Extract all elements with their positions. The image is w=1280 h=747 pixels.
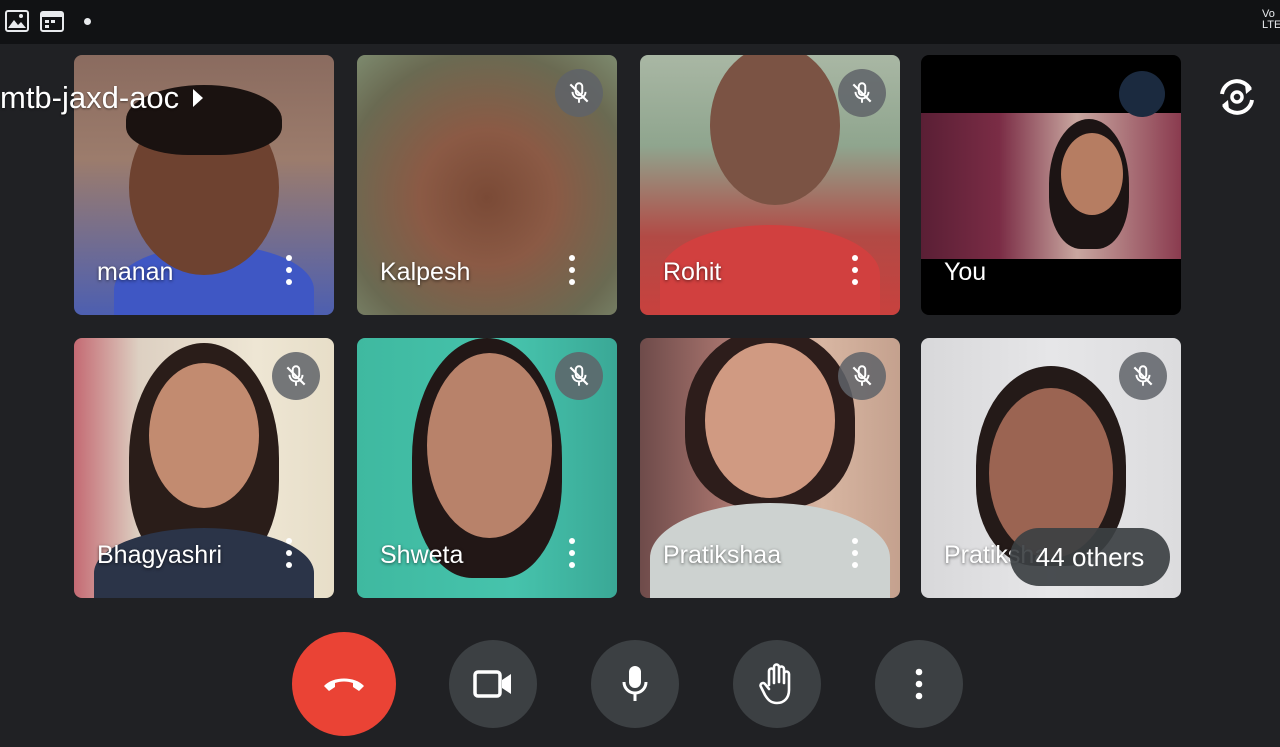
mic-off-icon — [1119, 352, 1167, 400]
participant-tile-you[interactable]: You — [921, 55, 1181, 315]
more-vert-icon[interactable] — [279, 253, 299, 287]
calendar-icon — [40, 11, 64, 32]
mic-off-icon — [838, 352, 886, 400]
participant-name: Pratikshaa — [663, 541, 782, 569]
participant-tile-shweta[interactable]: Shweta — [357, 338, 617, 598]
switch-camera-icon[interactable] — [1214, 74, 1260, 120]
network-indicator: Vo LTE — [1262, 9, 1280, 31]
video-camera-icon — [473, 670, 511, 698]
more-vert-icon — [915, 668, 923, 700]
participant-tile-rohit[interactable]: Rohit — [640, 55, 900, 315]
mic-off-icon — [272, 352, 320, 400]
status-bar: Vo LTE — [0, 0, 1280, 44]
participant-name: Kalpesh — [380, 258, 471, 286]
more-options-button[interactable] — [875, 640, 963, 728]
audio-indicator — [1119, 71, 1165, 117]
meeting-code-label: mtb-jaxd-aoc — [0, 80, 180, 115]
more-vert-icon[interactable] — [845, 536, 865, 570]
participant-name: Shweta — [380, 541, 464, 569]
hand-icon — [759, 663, 791, 705]
more-vert-icon[interactable] — [845, 253, 865, 287]
more-vert-icon[interactable] — [279, 536, 299, 570]
raise-hand-button[interactable] — [733, 640, 821, 728]
end-call-button[interactable] — [292, 632, 396, 736]
camera-button[interactable] — [449, 640, 537, 728]
mic-off-icon — [555, 352, 603, 400]
more-vert-icon[interactable] — [562, 253, 582, 287]
more-vert-icon[interactable] — [562, 536, 582, 570]
participant-name: Rohit — [663, 258, 722, 286]
mic-off-icon — [838, 69, 886, 117]
meeting-code[interactable]: mtb-jaxd-aoc — [0, 80, 204, 116]
participant-tile-bhagyashri[interactable]: Bhagyashri — [74, 338, 334, 598]
participant-name: Bhagyashri — [97, 541, 223, 569]
gallery-icon — [5, 10, 29, 32]
notification-dot-icon — [84, 18, 91, 25]
expand-arrow-icon — [193, 89, 204, 107]
participant-name: You — [944, 258, 987, 286]
participant-name: manan — [97, 258, 174, 286]
microphone-button[interactable] — [591, 640, 679, 728]
others-chip[interactable]: 44 others — [1010, 528, 1170, 586]
participant-tile-kalpesh[interactable]: Kalpesh — [357, 55, 617, 315]
participant-tile-pratikshaa[interactable]: Pratikshaa — [640, 338, 900, 598]
hang-up-icon — [324, 678, 364, 691]
mic-off-icon — [555, 69, 603, 117]
self-video-feed — [921, 113, 1181, 259]
microphone-icon — [622, 666, 648, 701]
